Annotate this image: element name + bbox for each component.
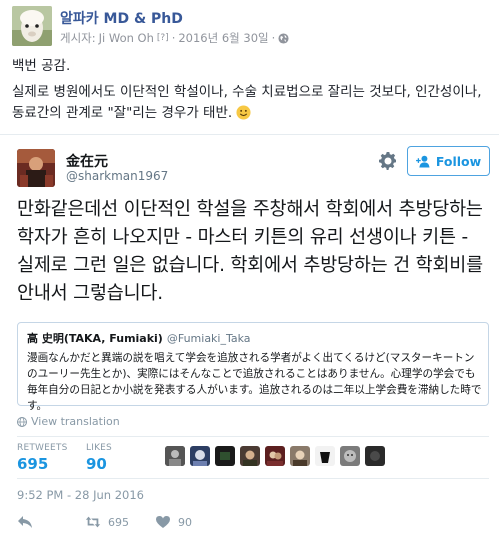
likes-count[interactable]: 90 bbox=[86, 455, 107, 473]
post-meta: 게시자: Ji Won Oh [?] · 2016년 6월 30일 · bbox=[60, 30, 289, 46]
divider bbox=[17, 436, 489, 437]
retweets-label: RETWEETS bbox=[17, 443, 68, 453]
view-translation-label: View translation bbox=[31, 415, 120, 428]
reply-icon bbox=[18, 516, 32, 528]
quoted-author-name: 高 史明(TAKA, Fumiaki) bbox=[27, 332, 163, 345]
tweet-author-handle[interactable]: @sharkman1967 bbox=[66, 169, 168, 183]
like-button[interactable]: 90 bbox=[155, 515, 192, 529]
retweet-icon bbox=[85, 516, 101, 528]
globe-icon[interactable] bbox=[278, 32, 289, 44]
retweets-count[interactable]: 695 bbox=[17, 455, 48, 473]
liker-avatar[interactable] bbox=[340, 446, 360, 466]
globe-icon bbox=[17, 416, 27, 427]
tweet-timestamp-link[interactable]: 9:52 PM - 28 Jun 2016 bbox=[17, 488, 144, 502]
post-date-link[interactable]: 2016년 6월 30일 bbox=[178, 30, 268, 46]
post-text: 백번 공감. 실제로 병원에서도 이단적인 학설이나, 수술 치료법으로 잘리는… bbox=[12, 56, 488, 129]
follow-label: Follow bbox=[435, 153, 482, 169]
liker-avatar[interactable] bbox=[165, 446, 185, 466]
liker-avatar[interactable] bbox=[290, 446, 310, 466]
retweet-action-count: 695 bbox=[108, 515, 129, 529]
divider bbox=[17, 478, 489, 479]
liker-avatar[interactable] bbox=[265, 446, 285, 466]
quoted-author-handle: @Fumiaki_Taka bbox=[166, 332, 251, 345]
page-avatar[interactable] bbox=[12, 6, 52, 46]
help-marker[interactable]: [?] bbox=[157, 33, 169, 43]
liker-avatar[interactable] bbox=[365, 446, 385, 466]
liker-avatar[interactable] bbox=[315, 446, 335, 466]
meta-separator: · bbox=[271, 31, 276, 45]
liker-avatar[interactable] bbox=[215, 446, 235, 466]
poster-name[interactable]: Ji Won Oh bbox=[99, 31, 154, 45]
gear-icon[interactable] bbox=[378, 151, 398, 171]
smile-emoji-icon bbox=[236, 105, 252, 120]
embedded-tweet: 金在元 @sharkman1967 Follow 만화같은데선 이단적인 학설을… bbox=[0, 134, 499, 536]
likes-label: LIKES bbox=[86, 443, 112, 453]
liker-avatar[interactable] bbox=[190, 446, 210, 466]
post-header: 알파카 MD & PhD 게시자: Ji Won Oh [?] · 2016년 … bbox=[0, 0, 499, 50]
meta-separator: · bbox=[171, 31, 176, 45]
liker-avatar[interactable] bbox=[240, 446, 260, 466]
like-action-count: 90 bbox=[178, 515, 192, 529]
add-user-icon bbox=[415, 155, 430, 168]
page-name-link[interactable]: 알파카 MD & PhD bbox=[60, 8, 183, 28]
heart-icon bbox=[156, 516, 170, 528]
quoted-tweet[interactable]: 高 史明(TAKA, Fumiaki) @Fumiaki_Taka 漫画なんかだと… bbox=[17, 322, 489, 412]
tweet-actions: 695 90 bbox=[17, 515, 489, 533]
tweet-text: 만화같은데선 이단적인 학설을 주창해서 학회에서 추방당하는 학자가 흔히 나… bbox=[17, 199, 483, 304]
poster-prefix: 게시자: bbox=[60, 31, 96, 45]
tweet-author-name[interactable]: 金在元 bbox=[66, 151, 108, 171]
post-paragraph: 백번 공감. bbox=[12, 58, 71, 74]
reply-button[interactable] bbox=[17, 515, 33, 529]
follow-button[interactable]: Follow bbox=[407, 146, 490, 176]
quoted-tweet-text: 漫画なんかだと異端の説を唱えて学会を追放される学者がよく出てくるけど(マスターキ… bbox=[27, 352, 482, 412]
quoted-tweet-author: 高 史明(TAKA, Fumiaki) @Fumiaki_Taka bbox=[27, 330, 251, 346]
tweet-author-avatar[interactable] bbox=[17, 149, 55, 187]
view-translation-link[interactable]: View translation bbox=[17, 415, 120, 428]
post-paragraph: 실제로 병원에서도 이단적인 학설이나, 수술 치료법으로 잘리는 것보다, 인… bbox=[12, 82, 488, 124]
retweet-button[interactable]: 695 bbox=[85, 515, 129, 529]
